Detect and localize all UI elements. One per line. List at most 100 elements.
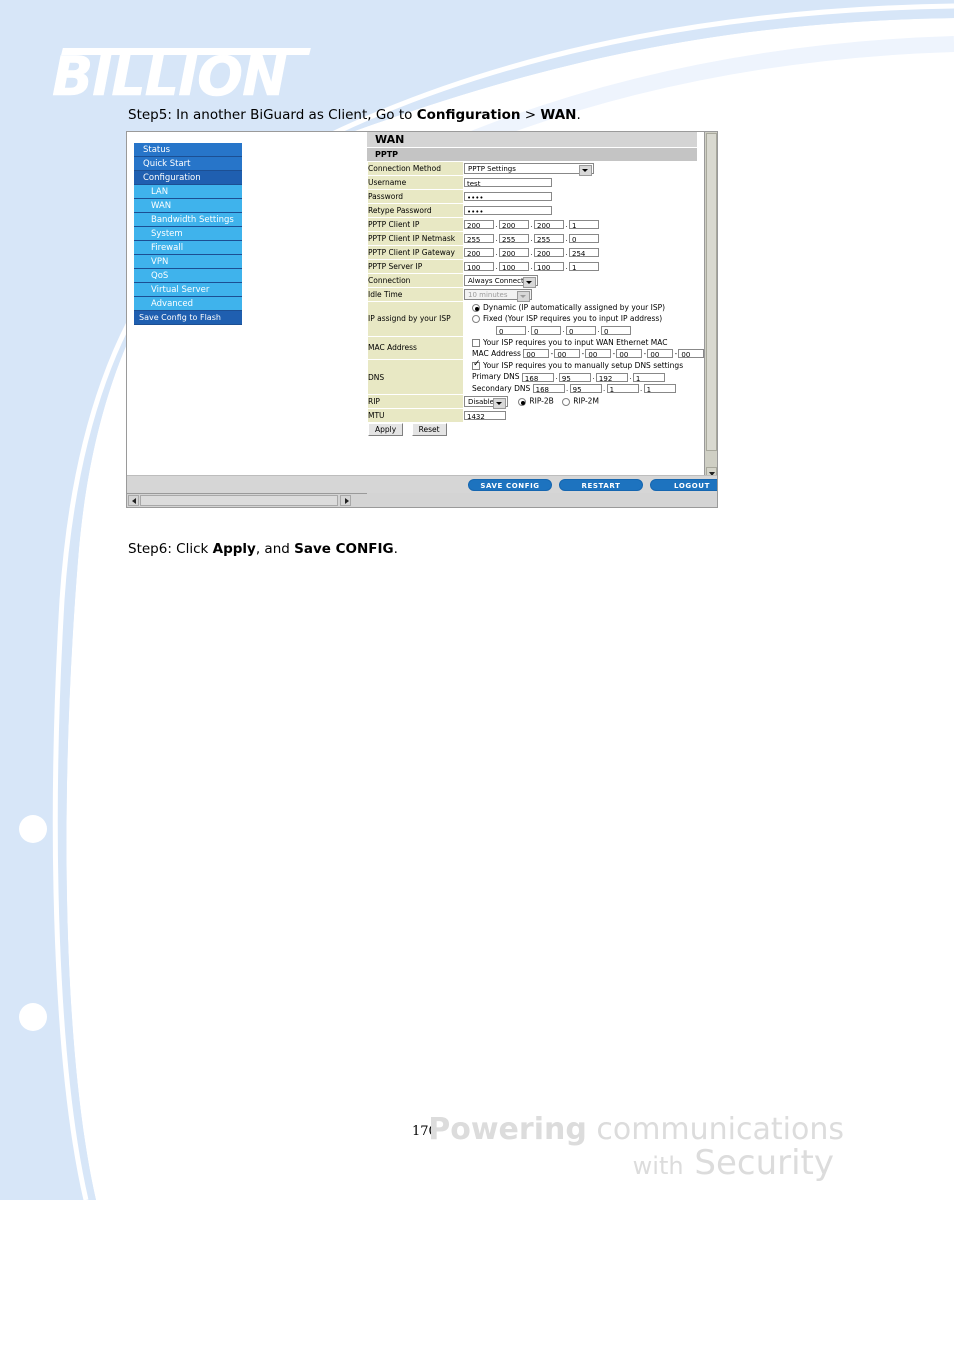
vertical-scrollbar-thumb[interactable] xyxy=(706,133,717,451)
sidebar-item-label: Firewall xyxy=(151,243,184,253)
secondary-dns-octet-1[interactable]: 168 xyxy=(532,384,565,393)
radio-dynamic-icon[interactable] xyxy=(472,304,480,312)
scroll-left-arrow-icon[interactable] xyxy=(128,495,139,506)
sidebar-item-save-config-to-flash[interactable]: Save Config to Flash xyxy=(134,311,242,325)
sidebar-item-label: Bandwidth Settings xyxy=(151,215,234,225)
step5-suffix: . xyxy=(576,107,581,123)
sidebar-item-configuration[interactable]: Configuration xyxy=(134,171,242,185)
primary-dns-octet-3[interactable]: 192 xyxy=(595,372,628,382)
ip-assign-dynamic-option[interactable]: Dynamic (IP automatically assigned by yo… xyxy=(464,302,696,313)
sidebar-item-qos[interactable]: QoS xyxy=(134,269,242,283)
dns-checkbox-row[interactable]: Your ISP requires you to manually setup … xyxy=(464,359,696,371)
sidebar-item-quick-start[interactable]: Quick Start xyxy=(134,157,242,171)
sidebar-item-firewall[interactable]: Firewall xyxy=(134,241,242,255)
rip2m-label: RIP-2M xyxy=(573,396,599,406)
primary-dns-octet-1[interactable]: 168 xyxy=(521,372,554,382)
horizontal-scrollbar-thumb[interactable] xyxy=(140,495,338,506)
mac-byte-5[interactable]: 00 xyxy=(647,349,674,358)
page-title: WAN xyxy=(367,132,697,148)
pptp-client-gateway-octet-4[interactable]: 254 xyxy=(569,248,599,258)
horizontal-scrollbar[interactable] xyxy=(127,493,367,507)
sidebar-item-label: Status xyxy=(143,145,171,155)
primary-dns-label: Primary DNS xyxy=(472,372,520,381)
pptp-server-ip-octet-2[interactable]: 100 xyxy=(499,262,529,272)
fixed-ip-octet-3[interactable]: 0 xyxy=(566,325,596,335)
radio-rip2b-icon[interactable] xyxy=(518,397,527,406)
secondary-dns-octet-4[interactable]: 1 xyxy=(643,384,676,393)
step6-suffix: . xyxy=(393,541,398,557)
checkbox-manual-dns-icon[interactable] xyxy=(472,359,481,370)
sidebar-item-virtual-server[interactable]: Virtual Server xyxy=(134,283,242,297)
sidebar-item-bandwidth-settings[interactable]: Bandwidth Settings xyxy=(134,213,242,227)
password-input[interactable]: •••• xyxy=(464,192,552,202)
sidebar-item-lan[interactable]: LAN xyxy=(134,185,242,199)
reset-button[interactable]: Reset xyxy=(411,423,447,436)
pptp-client-ip-octet-2[interactable]: 200 xyxy=(499,220,529,230)
username-input[interactable]: test xyxy=(464,178,552,188)
pptp-client-gateway-octet-1[interactable]: 200 xyxy=(464,248,494,258)
logout-button[interactable]: LOGOUT xyxy=(650,479,717,491)
secondary-dns-octet-3[interactable]: 1 xyxy=(606,384,639,393)
row-mtu: MTU 1432 xyxy=(367,408,697,423)
mac-byte-1[interactable]: 00 xyxy=(523,349,550,358)
pptp-client-gateway-octet-2[interactable]: 200 xyxy=(499,248,529,258)
pptp-server-ip-octet-3[interactable]: 100 xyxy=(534,262,564,272)
mtu-input[interactable]: 1432 xyxy=(464,411,506,421)
step5-bold-wan: WAN xyxy=(540,107,577,123)
retype-password-input[interactable]: •••• xyxy=(464,206,552,216)
sidebar-item-vpn[interactable]: VPN xyxy=(134,255,242,269)
rip-select[interactable]: Disable xyxy=(464,396,508,409)
sidebar-item-wan[interactable]: WAN xyxy=(134,199,242,213)
row-dns: DNS Your ISP requires you to manually se… xyxy=(367,359,697,395)
label-mtu: MTU xyxy=(367,408,464,423)
sidebar-item-label: Configuration xyxy=(143,173,201,183)
primary-dns-octet-2[interactable]: 95 xyxy=(558,372,591,382)
pptp-client-ip-octet-1[interactable]: 200 xyxy=(464,220,494,230)
mac-byte-2[interactable]: 00 xyxy=(554,349,581,358)
idle-time-select[interactable]: 10 minutes xyxy=(464,289,532,302)
restart-button[interactable]: RESTART xyxy=(559,479,643,491)
mac-fields-row: MAC Address 00-00-00-00-00-00 xyxy=(464,348,705,360)
apply-button[interactable]: Apply xyxy=(368,423,404,436)
mac-checkbox-row[interactable]: Your ISP requires you to input WAN Ether… xyxy=(464,337,696,348)
label-pptp-client-gateway: PPTP Client IP Gateway xyxy=(367,245,464,260)
sidebar-item-advanced[interactable]: Advanced xyxy=(134,297,242,311)
pptp-client-gateway-octet-3[interactable]: 200 xyxy=(534,248,564,258)
vertical-scrollbar[interactable] xyxy=(704,132,717,479)
pptp-client-netmask-octet-4[interactable]: 0 xyxy=(569,234,599,244)
step5-instruction: Step5: In another BiGuard as Client, Go … xyxy=(128,107,581,123)
checkbox-wan-mac-icon[interactable] xyxy=(472,338,480,347)
label-dns: DNS xyxy=(367,359,464,395)
sidebar-item-system[interactable]: System xyxy=(134,227,242,241)
tagline-line-2: with Security xyxy=(633,1143,834,1183)
save-config-button[interactable]: SAVE CONFIG xyxy=(468,479,552,491)
pptp-server-ip-octet-4[interactable]: 1 xyxy=(569,262,599,272)
mac-byte-4[interactable]: 00 xyxy=(616,349,643,358)
pptp-client-netmask-octet-2[interactable]: 255 xyxy=(499,234,529,244)
pptp-client-netmask-octet-3[interactable]: 255 xyxy=(534,234,564,244)
radio-fixed-icon[interactable] xyxy=(472,315,480,323)
pptp-client-ip-octet-3[interactable]: 200 xyxy=(534,220,564,230)
label-pptp-client-ip: PPTP Client IP xyxy=(367,217,464,232)
sidebar-item-label: WAN xyxy=(151,201,172,211)
dns-checkbox-label: Your ISP requires you to manually setup … xyxy=(483,361,684,370)
mac-byte-3[interactable]: 00 xyxy=(585,349,612,358)
fixed-ip-octet-4[interactable]: 0 xyxy=(601,325,631,335)
connection-select[interactable]: Always Connect xyxy=(464,275,538,288)
mac-byte-6[interactable]: 00 xyxy=(678,349,705,358)
fixed-ip-octet-1[interactable]: 0 xyxy=(496,325,526,335)
connection-method-select[interactable]: PPTP Settings xyxy=(464,163,594,176)
step5-middle: > xyxy=(520,107,541,123)
mac-checkbox-label: Your ISP requires you to input WAN Ether… xyxy=(483,337,668,347)
pptp-client-ip-octet-4[interactable]: 1 xyxy=(569,220,599,230)
step5-bold-configuration: Configuration xyxy=(416,107,521,123)
secondary-dns-octet-2[interactable]: 95 xyxy=(569,384,602,393)
fixed-ip-octet-2[interactable]: 0 xyxy=(531,325,561,335)
sidebar-item-status[interactable]: Status xyxy=(134,143,242,157)
scroll-right-arrow-icon[interactable] xyxy=(340,495,351,506)
pptp-server-ip-octet-1[interactable]: 100 xyxy=(464,262,494,272)
ip-assign-fixed-option[interactable]: Fixed (Your ISP requires you to input IP… xyxy=(464,313,696,324)
primary-dns-octet-4[interactable]: 1 xyxy=(632,372,665,382)
pptp-client-netmask-octet-1[interactable]: 255 xyxy=(464,234,494,244)
radio-rip2m-icon[interactable] xyxy=(562,397,571,406)
